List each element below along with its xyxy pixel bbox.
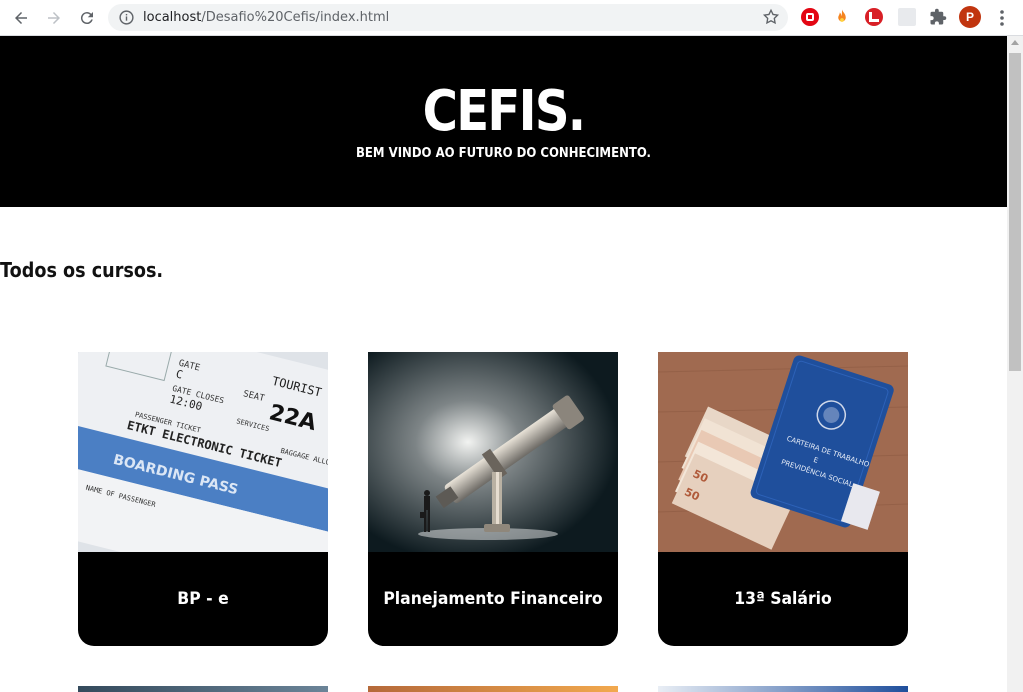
address-bar[interactable]: localhost/Desafio%20Cefis/index.html [108,4,788,31]
course-card[interactable]: 50 50 CARTEIRA DE TRABALHO E PREVIDÊNCIA… [658,352,908,646]
reload-icon [80,12,93,25]
course-card-next-row[interactable] [78,686,328,692]
adblock-extension-icon[interactable] [801,8,819,26]
scrollbar-thumb[interactable] [1009,53,1021,371]
page-viewport: CEFIS. BEM VINDO AO FUTURO DO CONHECIMEN… [0,36,1007,692]
info-icon[interactable] [118,9,135,26]
courses-section-title: Todos os cursos. [0,258,164,282]
url-host: localhost [143,10,202,25]
url-path: /Desafio%20Cefis/index.html [201,10,390,25]
extension-grid-icon[interactable] [898,8,916,26]
browser-toolbar: localhost/Desafio%20Cefis/index.html P [0,0,1023,36]
brand-title: CEFIS. [422,79,586,144]
extension-red-icon[interactable] [865,8,883,26]
course-title: BP - e [177,589,229,609]
boarding-pass-image: TOURIST GATE C SEAT 22A GATE CLOSES 12:0… [78,352,328,552]
forward-button[interactable] [42,6,66,30]
course-card-next-row[interactable] [368,686,618,692]
back-arrow-icon [15,12,27,24]
course-title: Planejamento Financeiro [383,589,603,609]
menu-kebab-icon[interactable] [993,7,1011,29]
url-text[interactable]: localhost/Desafio%20Cefis/index.html [143,9,389,26]
hero-tagline: BEM VINDO AO FUTURO DO CONHECIMENTO. [356,146,651,161]
bookmark-star-icon[interactable] [762,8,780,26]
course-card[interactable]: Planejamento Financeiro [368,352,618,646]
back-button[interactable] [9,6,33,30]
forward-arrow-icon [48,12,60,24]
course-title: 13ª Salário [734,589,832,609]
reload-button[interactable] [75,6,99,30]
course-card-next-row[interactable] [658,686,908,692]
fire-extension-icon[interactable] [833,8,851,26]
profile-avatar[interactable]: P [959,6,981,28]
scroll-up-arrow-icon[interactable] [1011,40,1019,45]
work-card-image: 50 50 CARTEIRA DE TRABALHO E PREVIDÊNCIA… [658,352,908,552]
course-card[interactable]: TOURIST GATE C SEAT 22A GATE CLOSES 12:0… [78,352,328,646]
telescope-image [368,352,618,552]
extensions-puzzle-icon[interactable] [929,8,947,26]
hero-banner: CEFIS. BEM VINDO AO FUTURO DO CONHECIMEN… [0,36,1007,207]
avatar-letter: P [965,10,974,24]
page-scrollbar[interactable] [1007,36,1023,692]
